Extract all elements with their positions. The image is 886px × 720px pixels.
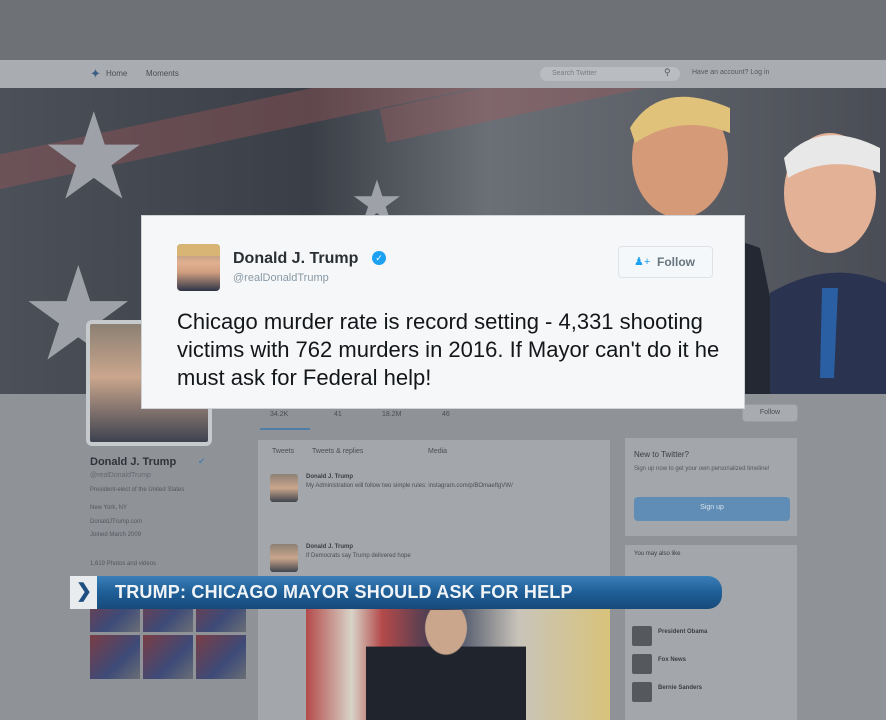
search-icon[interactable]: ⚲ [664, 67, 671, 78]
photo-thumbnail[interactable] [143, 635, 193, 679]
profile-follow-button[interactable]: Follow [742, 404, 798, 422]
nav-moments-link[interactable]: Moments [146, 69, 179, 78]
profile-location: New York, NY [90, 505, 128, 511]
suggested-avatar [632, 654, 652, 674]
suggested-account[interactable]: President Obama [632, 626, 792, 648]
photo-thumbnail[interactable] [90, 635, 140, 679]
photo-thumbnail[interactable] [196, 635, 246, 679]
lower-third-arrow-box: ❯ [70, 576, 97, 609]
tweet-avatar[interactable] [270, 474, 298, 502]
tab-media[interactable]: Media [428, 448, 447, 455]
suggested-name: Bernie Sanders [658, 685, 703, 691]
stat-following[interactable]: 41 [334, 411, 342, 418]
new-to-twitter-text: Sign up now to get your own personalized… [634, 466, 770, 472]
signup-button[interactable]: Sign up [634, 497, 790, 521]
tweet-author: Donald J. Trump [306, 474, 354, 480]
stat-tweets[interactable]: 34.2K [270, 411, 288, 418]
tweet-author: Donald J. Trump [306, 544, 354, 550]
tweet-card-handle[interactable]: @realDonaldTrump [233, 272, 329, 284]
login-link[interactable]: Have an account? Log in [692, 69, 769, 76]
tweet-card-author-name[interactable]: Donald J. Trump [233, 250, 358, 268]
tweet-text: My Administration will follow two simple… [306, 483, 513, 489]
follow-button-label: Follow [657, 255, 695, 269]
tweet-card-avatar[interactable] [177, 244, 220, 291]
suggested-account[interactable]: Fox News [632, 654, 792, 676]
suggested-avatar [632, 682, 652, 702]
suggested-name: President Obama [658, 629, 708, 635]
suggested-avatar [632, 626, 652, 646]
suggested-name: Fox News [658, 657, 687, 663]
twitter-bird-icon: ✦ [90, 66, 101, 81]
profile-joined-date: Joined March 2009 [90, 532, 142, 538]
timeline-news-photo[interactable] [306, 600, 610, 720]
profile-bio: President-elect of the United States [90, 487, 185, 493]
news-lower-third: ❯ TRUMP: CHICAGO MAYOR SHOULD ASK FOR HE… [70, 576, 722, 609]
search-input[interactable]: Search Twitter [540, 67, 680, 81]
tab-tweets-replies[interactable]: Tweets & replies [312, 448, 363, 455]
photos-videos-link[interactable]: 1,619 Photos and videos [90, 561, 156, 567]
timeline-tweet[interactable]: Donald J. Trump My Administration will f… [270, 474, 600, 534]
follow-button[interactable]: ♟+ Follow [618, 246, 713, 278]
speaker-figure [366, 610, 526, 720]
active-stat-underline [260, 428, 310, 430]
chevron-right-icon: ❯ [76, 581, 92, 602]
stat-likes[interactable]: 46 [442, 411, 450, 418]
nav-home-link[interactable]: Home [106, 69, 127, 78]
suggested-account[interactable]: Bernie Sanders [632, 682, 792, 704]
tweet-text: If Democrats say Trump delivered hope [306, 553, 411, 559]
add-user-icon: ♟+ [634, 256, 651, 268]
news-headline: TRUMP: CHICAGO MAYOR SHOULD ASK FOR HELP [115, 582, 573, 602]
profile-handle: @realDonaldTrump [90, 472, 151, 479]
verified-badge-icon: ✓ [372, 251, 386, 265]
tab-tweets[interactable]: Tweets [272, 448, 294, 455]
profile-website-link[interactable]: DonaldJTrump.com [90, 519, 142, 525]
lower-third-bar: TRUMP: CHICAGO MAYOR SHOULD ASK FOR HELP [97, 576, 722, 609]
tweet-card: Donald J. Trump ✓ @realDonaldTrump ♟+ Fo… [141, 215, 745, 409]
video-top-strip [0, 0, 886, 60]
avatar-hair [177, 244, 220, 256]
tweet-avatar[interactable] [270, 544, 298, 572]
flag-star-icon: ★ [40, 90, 148, 224]
tweet-card-text: Chicago murder rate is record setting - … [177, 309, 720, 390]
you-may-also-like-title: You may also like [634, 551, 681, 557]
verified-badge-icon: ✔ [198, 456, 206, 466]
banner-person-pence [770, 133, 886, 394]
profile-name: Donald J. Trump [90, 456, 177, 468]
new-to-twitter-title: New to Twitter? [634, 450, 689, 459]
stat-followers[interactable]: 18.2M [382, 411, 401, 418]
